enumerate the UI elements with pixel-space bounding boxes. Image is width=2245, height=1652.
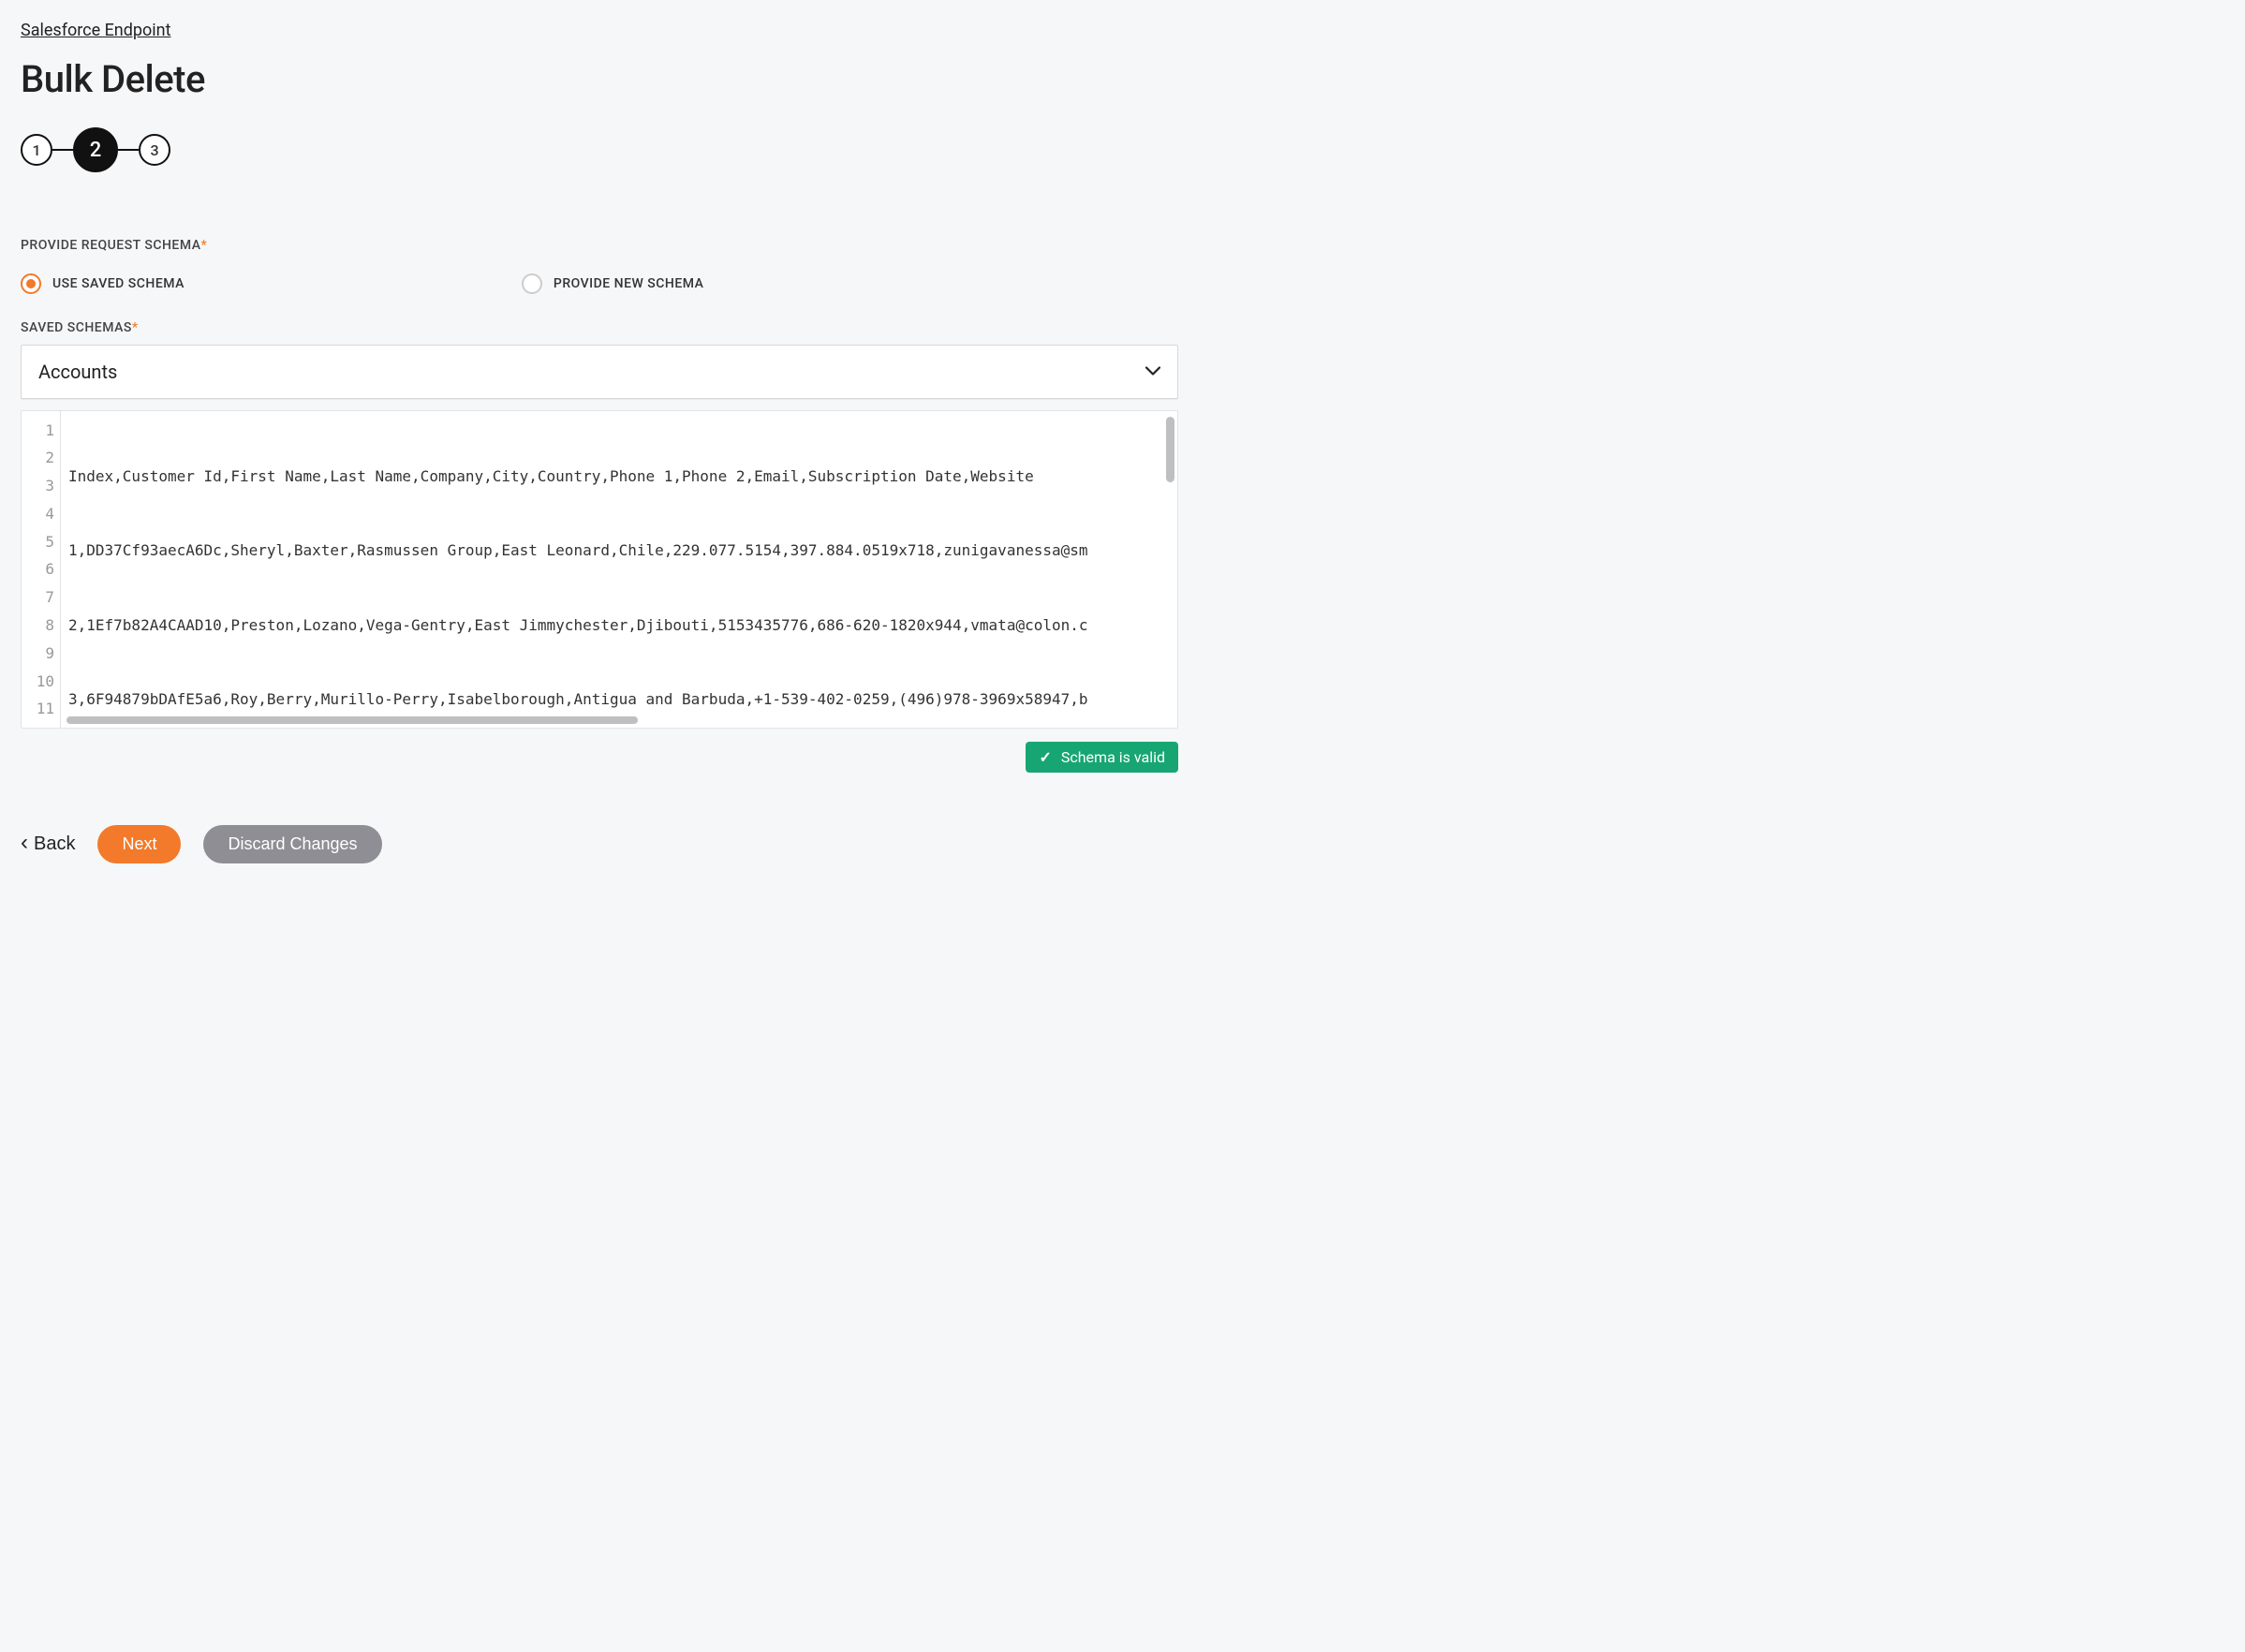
line-number: 3 (22, 473, 60, 501)
saved-schemas-label-text: SAVED SCHEMAS (21, 320, 132, 335)
page-title: Bulk Delete (21, 57, 1178, 101)
step-connector (118, 149, 139, 151)
check-icon (1039, 748, 1051, 766)
code-line: 3,6F94879bDAfE5a6,Roy,Berry,Murillo-Perr… (68, 686, 1170, 715)
back-button-label: Back (34, 833, 75, 855)
required-asterisk: * (132, 320, 139, 335)
next-button[interactable]: Next (97, 825, 181, 863)
required-asterisk: * (200, 238, 207, 253)
schema-valid-badge: Schema is valid (1026, 742, 1178, 773)
discard-changes-button[interactable]: Discard Changes (203, 825, 381, 863)
radio-provide-new-label: PROVIDE NEW SCHEMA (554, 276, 704, 291)
stepper: 1 2 3 (21, 127, 1178, 172)
line-number: 12 (22, 724, 60, 729)
saved-schemas-label: SAVED SCHEMAS* (21, 320, 1178, 335)
step-connector (52, 149, 73, 151)
horizontal-scrollbar[interactable] (66, 716, 638, 724)
chevron-down-icon (1145, 364, 1160, 379)
request-schema-label: PROVIDE REQUEST SCHEMA* (21, 238, 1178, 253)
step-1[interactable]: 1 (21, 134, 52, 166)
code-gutter: 1 2 3 4 5 6 7 8 9 10 11 12 13 (22, 411, 61, 728)
line-number: 8 (22, 612, 60, 641)
back-button[interactable]: Back (21, 833, 75, 855)
vertical-scrollbar[interactable] (1166, 417, 1174, 482)
code-line: Index,Customer Id,First Name,Last Name,C… (68, 464, 1170, 492)
step-3[interactable]: 3 (139, 134, 170, 166)
breadcrumb-link[interactable]: Salesforce Endpoint (21, 21, 170, 40)
line-number: 6 (22, 556, 60, 584)
schema-code-editor[interactable]: 1 2 3 4 5 6 7 8 9 10 11 12 13 Index,Cust… (21, 410, 1178, 729)
radio-icon-selected (21, 273, 41, 294)
line-number: 9 (22, 640, 60, 668)
saved-schema-select[interactable]: Accounts (21, 345, 1178, 399)
schema-valid-text: Schema is valid (1061, 748, 1165, 766)
radio-use-saved-schema[interactable]: USE SAVED SCHEMA (21, 273, 185, 294)
code-line: 2,1Ef7b82A4CAAD10,Preston,Lozano,Vega-Ge… (68, 612, 1170, 640)
line-number: 7 (22, 584, 60, 612)
line-number: 4 (22, 500, 60, 528)
line-number: 11 (22, 696, 60, 724)
request-schema-label-text: PROVIDE REQUEST SCHEMA (21, 238, 200, 253)
radio-icon-unselected (522, 273, 542, 294)
code-content[interactable]: Index,Customer Id,First Name,Last Name,C… (61, 411, 1177, 728)
select-value: Accounts (38, 361, 117, 383)
line-number: 5 (22, 528, 60, 556)
radio-use-saved-label: USE SAVED SCHEMA (52, 276, 185, 291)
chevron-left-icon (21, 833, 28, 855)
step-2[interactable]: 2 (73, 127, 118, 172)
code-line: 1,DD37Cf93aecA6Dc,Sheryl,Baxter,Rasmusse… (68, 538, 1170, 566)
radio-provide-new-schema[interactable]: PROVIDE NEW SCHEMA (522, 273, 704, 294)
line-number: 10 (22, 668, 60, 696)
line-number: 2 (22, 445, 60, 473)
line-number: 1 (22, 417, 60, 445)
